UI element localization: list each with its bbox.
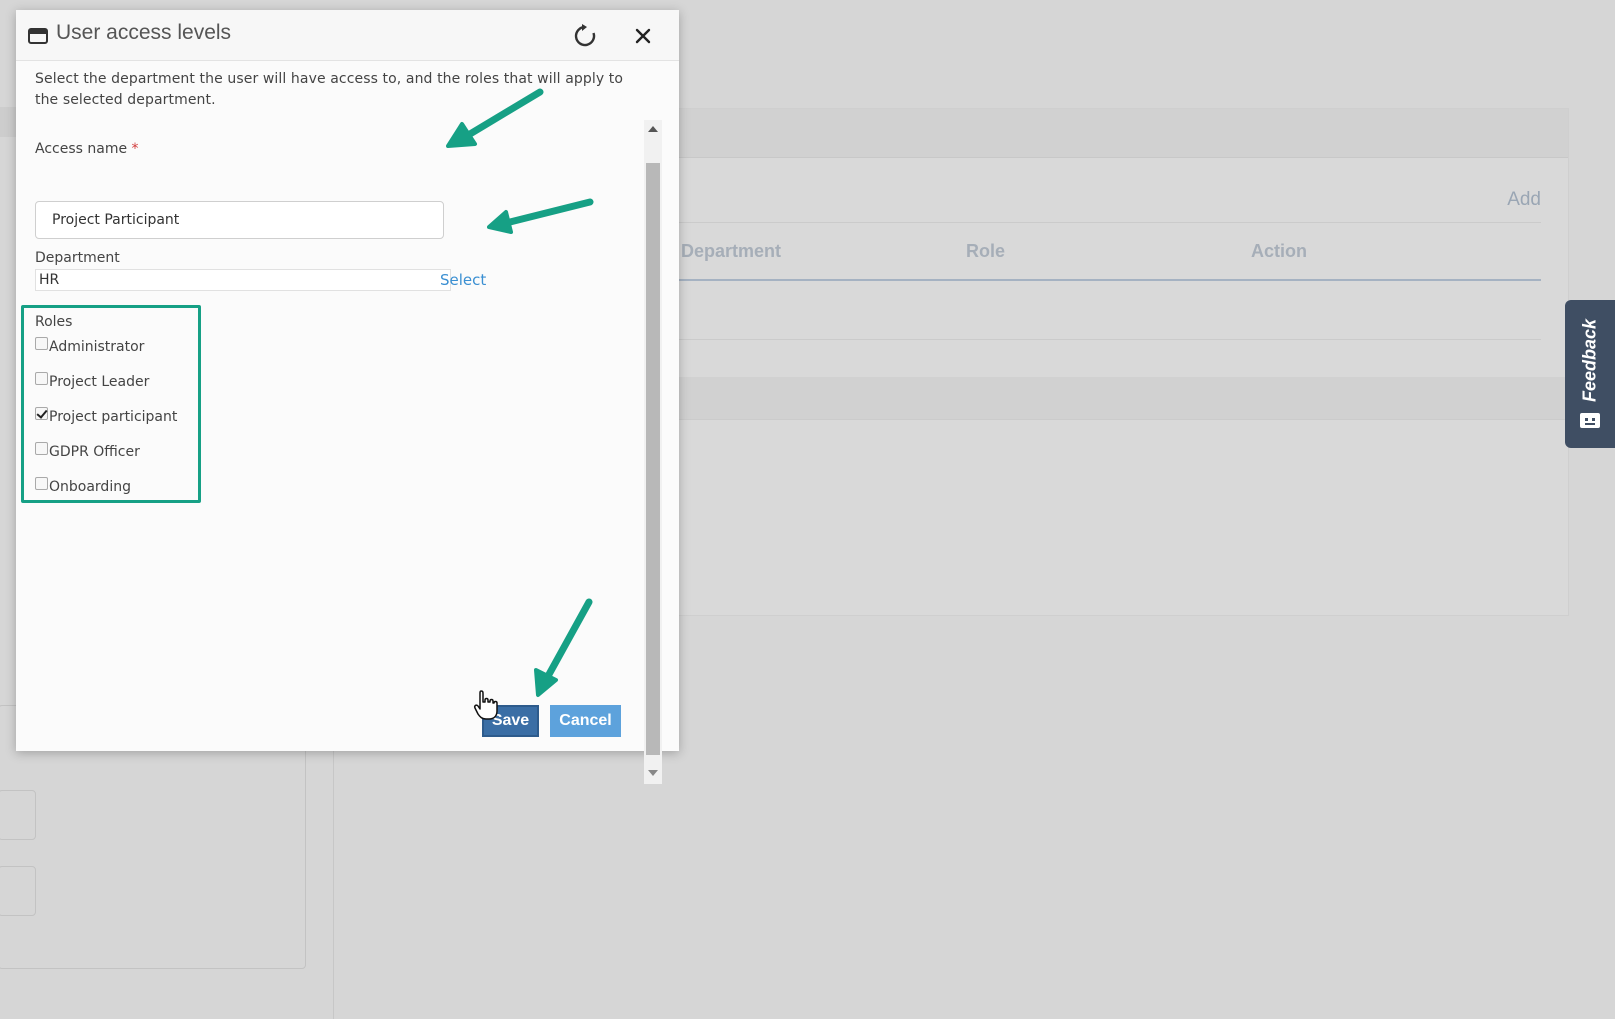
dialog-title: User access levels [56,21,232,44]
table-row-divider [671,419,1568,420]
background-left-box [0,790,36,840]
dialog-body: Select the department the user will have… [16,60,679,784]
role-option-project-participant[interactable]: Project participant [35,405,177,425]
role-label: GDPR Officer [49,444,140,460]
role-option-project-leader[interactable]: Project Leader [35,370,149,390]
role-label: Onboarding [49,479,131,495]
dialog-header: User access levels [16,10,679,61]
department-input[interactable] [35,269,451,291]
column-header-department: Department [681,241,782,261]
role-checkbox[interactable] [35,372,48,385]
access-name-label: Access name * [35,141,139,157]
card-header [671,109,1568,158]
scrollbar-thumb[interactable] [646,163,660,755]
roles-label: Roles [35,314,73,330]
role-label: Project participant [49,409,178,425]
table-row-divider [671,339,1541,340]
save-button[interactable]: Save [482,705,539,737]
feedback-label: Feedback [1579,318,1600,402]
role-option-administrator[interactable]: Administrator [35,335,144,355]
divider [671,222,1541,223]
refresh-icon [574,24,596,47]
scroll-down-arrow[interactable] [648,770,658,776]
select-department-link[interactable]: Select [440,271,486,289]
window-icon [28,28,48,44]
cancel-button[interactable]: Cancel [550,705,621,737]
access-name-input[interactable] [35,201,444,239]
role-option-onboarding[interactable]: Onboarding [35,475,131,495]
role-checkbox[interactable] [35,337,48,350]
close-button[interactable] [629,22,657,50]
department-label: Department [35,250,120,266]
role-checkbox[interactable] [35,477,48,490]
table-row [671,377,1568,419]
role-checkbox[interactable] [35,442,48,455]
dialog-scrollbar[interactable] [644,120,662,784]
access-levels-card: Add Department Role Action [670,108,1569,616]
chat-icon [1580,413,1600,428]
table-header-underline [671,279,1541,281]
role-label: Project Leader [49,374,150,390]
role-option-gdpr-officer[interactable]: GDPR Officer [35,440,140,460]
required-marker: * [131,141,139,157]
background-divider [333,705,334,1019]
close-icon [635,28,651,44]
refresh-button[interactable] [571,22,599,50]
access-name-label-text: Access name [35,141,128,157]
role-checkbox[interactable] [35,407,48,420]
feedback-tab[interactable]: Feedback [1565,300,1615,448]
background-left-box [0,866,36,916]
user-access-levels-dialog: User access levels Select the department… [16,10,679,784]
column-header-role: Role [966,241,1006,261]
role-label: Administrator [49,339,145,355]
scroll-up-arrow[interactable] [648,126,658,132]
column-header-action: Action [1251,241,1307,261]
instructions-text: Select the department the user will have… [35,71,624,108]
add-link[interactable]: Add [1507,189,1541,211]
